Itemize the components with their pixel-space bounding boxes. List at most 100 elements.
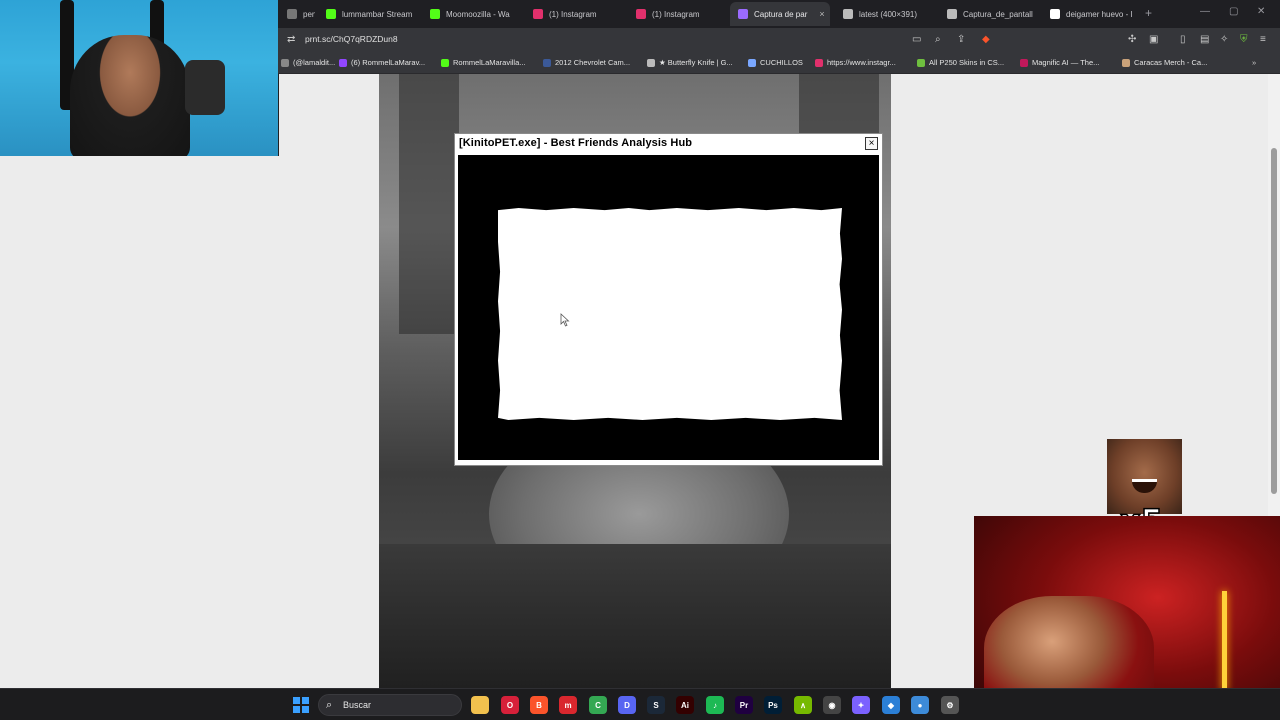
settings-icon[interactable]: ⚙: [941, 696, 959, 714]
bookmark-label: Magnific AI — The...: [1032, 58, 1100, 67]
tab-label: Moomoozilla - Wa: [446, 9, 510, 19]
url-field[interactable]: prnt.sc/ChQ7qRDZDun8: [305, 34, 398, 44]
led-light-photo: [1222, 591, 1227, 691]
tab-search-icon[interactable]: ▣: [1149, 34, 1158, 45]
zoom-icon[interactable]: ⌕: [935, 34, 941, 45]
instagram-icon: [636, 9, 646, 19]
tab-label: Captura_de_pantall: [963, 9, 1033, 19]
globe-icon: [947, 9, 957, 19]
new-tab-button[interactable]: +: [1145, 6, 1152, 20]
bookmark-item[interactable]: (@lamaldit...: [281, 58, 335, 67]
chrome-icon[interactable]: C: [589, 696, 607, 714]
tab-close-icon[interactable]: ×: [819, 9, 824, 19]
dialog-title: [KinitoPET.exe] - Best Friends Analysis …: [459, 137, 693, 149]
bookmark-label: https://www.instagr...: [827, 58, 896, 67]
bookmark-label: 2012 Chevrolet Cam...: [555, 58, 631, 67]
bookmark-item[interactable]: All P250 Skins in CS...: [917, 58, 1004, 67]
browser-tab[interactable]: Captura de par ×: [730, 2, 830, 26]
window-close-icon[interactable]: ✕: [1257, 6, 1265, 17]
kick-icon: [326, 9, 336, 19]
nvidia-icon[interactable]: ∧: [794, 696, 812, 714]
browser-tab[interactable]: deigamer huevo - I: [1042, 2, 1142, 26]
files-icon[interactable]: [471, 696, 489, 714]
bookmark-favicon-icon: [815, 58, 823, 67]
bookmark-label: RommelLaMaravilla...: [453, 58, 526, 67]
page-left-margin: [0, 156, 279, 688]
google-icon: [1050, 9, 1060, 19]
kinito-dialog: [KinitoPET.exe] - Best Friends Analysis …: [454, 133, 883, 466]
bookmark-item[interactable]: RommelLaMaravilla...: [441, 58, 526, 67]
discord-icon[interactable]: D: [618, 696, 636, 714]
bookmark-label: Caracas Merch - Ca...: [1134, 58, 1208, 67]
leo-ai-icon[interactable]: ✧: [1220, 34, 1228, 45]
steam-icon[interactable]: S: [647, 696, 665, 714]
browser-tab[interactable]: latest (400×391): [835, 2, 935, 26]
generic-icon: [287, 9, 297, 19]
dialog-title-bar[interactable]: [KinitoPET.exe] - Best Friends Analysis …: [455, 134, 882, 154]
spotify-icon[interactable]: ♪: [706, 696, 724, 714]
wallet-icon[interactable]: ▤: [1200, 34, 1209, 45]
bookmark-label: ★ Butterfly Knife | G...: [659, 58, 733, 67]
share-icon[interactable]: ⇪: [957, 34, 965, 45]
site-info-icon[interactable]: ⇄: [287, 34, 295, 45]
browser-icon[interactable]: ●: [911, 696, 929, 714]
bookmark-favicon-icon: [1020, 58, 1028, 67]
bookmark-favicon-icon: [281, 58, 289, 67]
copilot-icon[interactable]: ✦: [852, 696, 870, 714]
browser-tab[interactable]: (1) Instagram: [628, 2, 728, 26]
bookmark-item[interactable]: 2012 Chevrolet Cam...: [543, 58, 630, 67]
sidebar-icon[interactable]: ▯: [1180, 34, 1186, 45]
brave-icon[interactable]: B: [530, 696, 548, 714]
opera-icon[interactable]: O: [501, 696, 519, 714]
tab-label: deigamer huevo - I: [1066, 9, 1133, 19]
brave-shield-icon[interactable]: ◆: [982, 34, 990, 45]
illustrator-icon[interactable]: Ai: [676, 696, 694, 714]
bookmark-item[interactable]: Magnific AI — The...: [1020, 58, 1099, 67]
instagram-icon: [533, 9, 543, 19]
tab-label: Captura de par: [754, 9, 808, 19]
more-bookmarks-icon[interactable]: »: [1252, 58, 1256, 67]
kick-icon: [430, 9, 440, 19]
vpn-icon[interactable]: ⛨: [1240, 34, 1248, 45]
hoodie-photo: [379, 544, 891, 688]
premiere-icon[interactable]: Pr: [735, 696, 753, 714]
menu-icon[interactable]: ≡: [1260, 34, 1266, 45]
bookmark-item[interactable]: https://www.instagr...: [815, 58, 896, 67]
microphone-photo: [185, 60, 225, 115]
search-label: Buscar: [343, 700, 372, 710]
browser-tab[interactable]: Moomoozilla - Wa: [422, 2, 522, 26]
bookmark-item[interactable]: Caracas Merch - Ca...: [1122, 58, 1207, 67]
bookmark-favicon-icon: [339, 58, 347, 67]
lightshot-icon: [738, 9, 748, 19]
browser-tab[interactable]: pena e: [279, 2, 315, 26]
windows-start-icon[interactable]: [293, 697, 309, 713]
webcam-streamer: [0, 0, 278, 156]
scrollbar-thumb[interactable]: [1271, 148, 1277, 494]
tab-label: (1) Instagram: [549, 9, 597, 19]
browser-tab[interactable]: lummambar Stream: [318, 2, 418, 26]
minimize-icon[interactable]: —: [1200, 6, 1210, 17]
browser-tab[interactable]: Captura_de_pantall: [939, 2, 1039, 26]
bookmark-favicon-icon: [543, 58, 551, 67]
bookmark-item[interactable]: CUCHILLOS: [748, 58, 803, 67]
mega-icon[interactable]: m: [559, 696, 577, 714]
bookmark-label: (6) RommelLaMarav...: [351, 58, 426, 67]
photoshop-icon[interactable]: Ps: [764, 696, 782, 714]
maximize-icon[interactable]: ▢: [1229, 6, 1238, 17]
taskbar-search[interactable]: ⌕ Buscar: [318, 694, 462, 716]
bookmark-item[interactable]: (6) RommelLaMarav...: [339, 58, 425, 67]
dialog-close-button[interactable]: ×: [865, 137, 878, 150]
bookmark-label: All P250 Skins in CS...: [929, 58, 1005, 67]
extensions-icon[interactable]: ✣: [1128, 34, 1136, 45]
vscode-icon[interactable]: ◆: [882, 696, 900, 714]
white-panel: [498, 208, 842, 420]
obs-icon[interactable]: ◉: [823, 696, 841, 714]
streamer-photo: [70, 35, 190, 156]
tab-label: (1) Instagram: [652, 9, 700, 19]
cast-icon[interactable]: ▭: [912, 34, 921, 45]
search-icon: ⌕: [326, 699, 333, 711]
browser-tab[interactable]: (1) Instagram: [525, 2, 625, 26]
globe-icon: [843, 9, 853, 19]
bookmark-item[interactable]: ★ Butterfly Knife | G...: [647, 58, 733, 67]
tab-label: latest (400×391): [859, 9, 918, 19]
